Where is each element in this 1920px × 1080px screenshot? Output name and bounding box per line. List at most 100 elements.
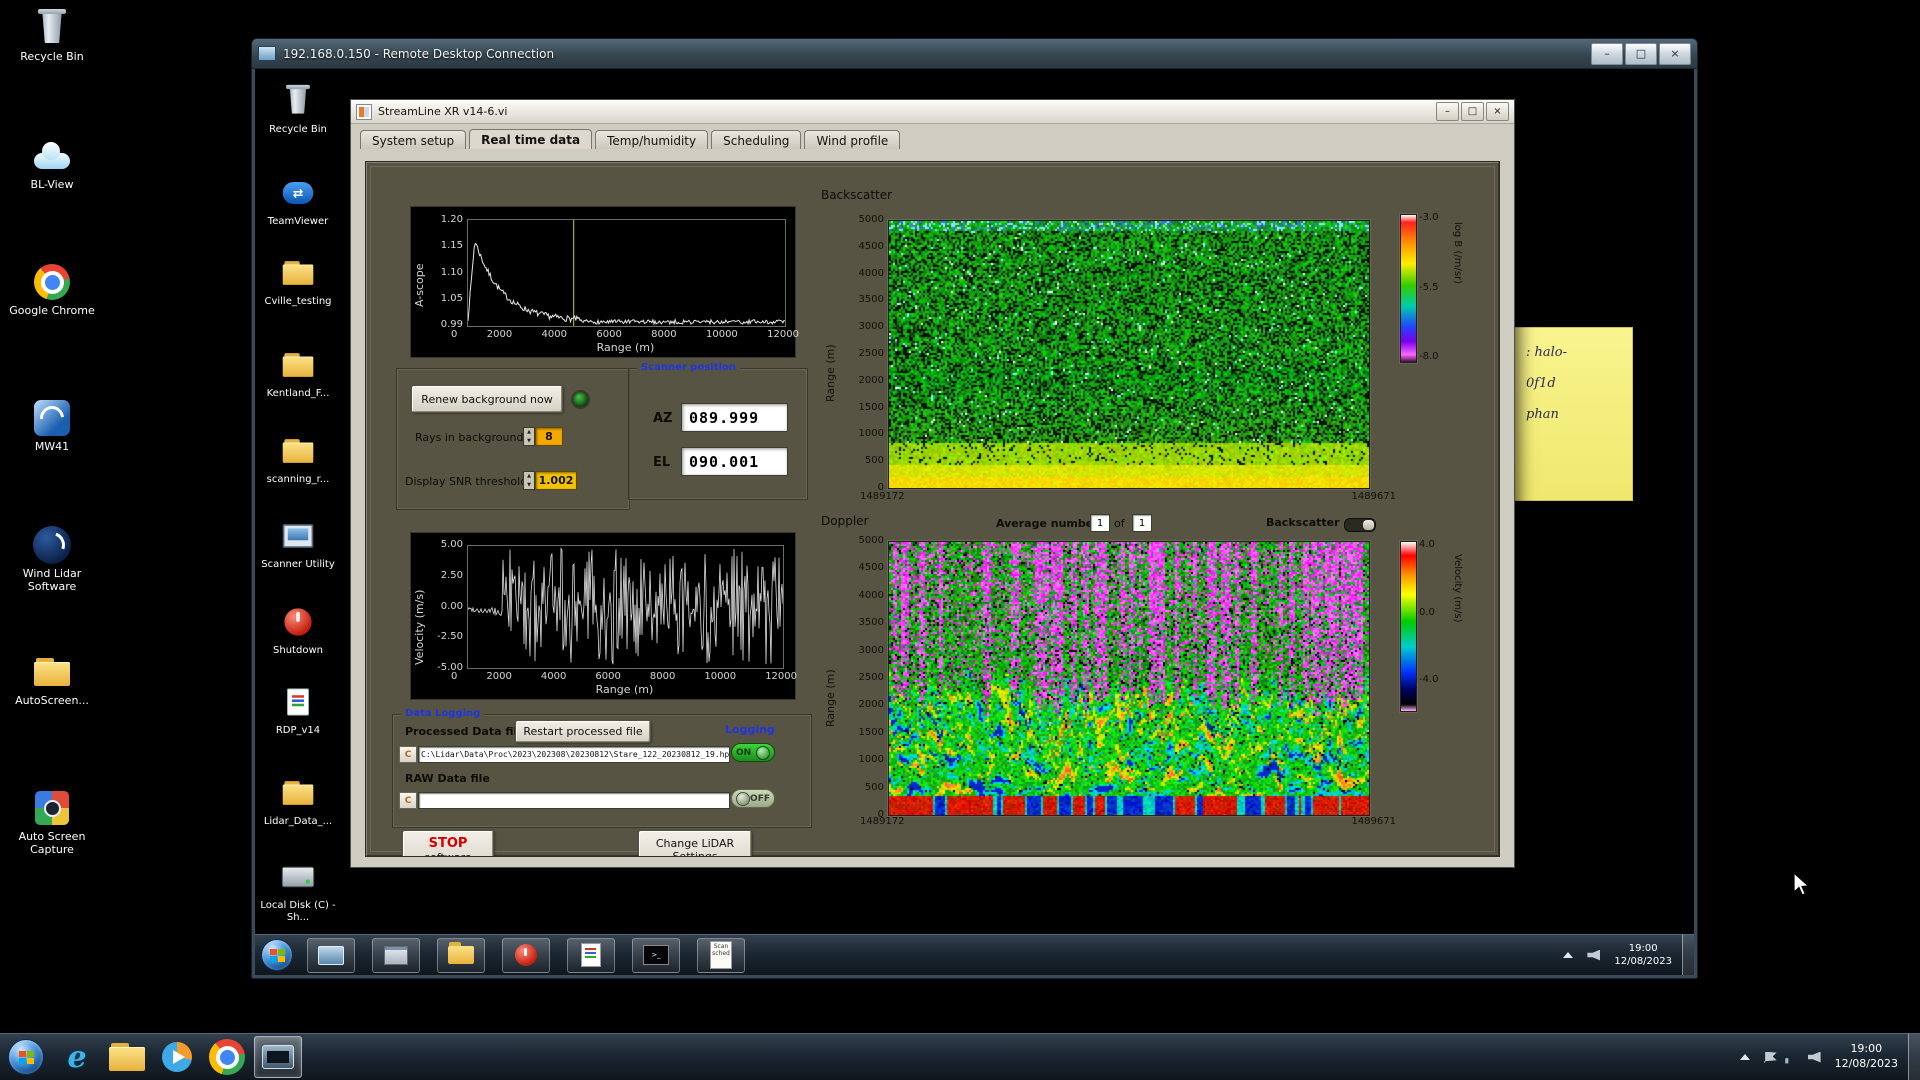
processed-logging-toggle[interactable]: ON	[731, 743, 775, 762]
desktop-icon-autoscreen[interactable]: AutoScreen...	[6, 652, 98, 708]
az-value-field[interactable]: 089.999	[681, 403, 788, 432]
desktop-icon-lidar-data[interactable]: Lidar_Data_...	[259, 773, 337, 828]
processed-drive-button[interactable]: C	[399, 746, 417, 763]
taskbar-internet-explorer[interactable]	[54, 1037, 100, 1077]
tray-expand-icon[interactable]	[1739, 1054, 1750, 1060]
remote-taskbar-app-doc[interactable]	[567, 937, 615, 973]
snr-spinner[interactable]: ▲ ▼	[523, 471, 535, 490]
average-number-field[interactable]: 1	[1090, 514, 1110, 532]
raw-drive-button[interactable]: C	[399, 792, 417, 809]
taskbar-chrome[interactable]	[204, 1037, 250, 1077]
show-desktop-button[interactable]	[1908, 1034, 1920, 1080]
desktop-icon-bl-view[interactable]: BL-View	[6, 136, 98, 192]
desktop-icon-recycle-bin[interactable]: Recycle Bin	[259, 81, 337, 136]
desktop-icon-label: Wind Lidar Software	[22, 567, 82, 593]
desktop-icon-label: BL-View	[30, 178, 74, 191]
taskbar-media-player[interactable]	[154, 1037, 200, 1077]
desktop-icon-rdp-v14[interactable]: RDP_v14	[259, 682, 337, 737]
app-minimize-button[interactable]: –	[1436, 102, 1459, 121]
of-field[interactable]: 1	[1132, 514, 1152, 532]
app-titlebar[interactable]: StreamLine XR v14-6.vi – □ ×	[351, 100, 1514, 124]
remote-taskbar-app-window[interactable]	[307, 937, 355, 973]
velocity-ytick: 2.50	[440, 569, 463, 581]
desktop-icon-label: AutoScreen...	[15, 694, 89, 707]
rays-spinner[interactable]: ▲ ▼	[523, 427, 535, 446]
tray-network-icon[interactable]	[1784, 1058, 1789, 1064]
remote-taskbar-app-folder[interactable]	[437, 937, 485, 973]
remote-show-desktop-button[interactable]	[1682, 935, 1694, 975]
desktop-icon-scanner-utility[interactable]: Scanner Utility	[259, 516, 337, 571]
tray-volume-icon[interactable]	[1807, 1051, 1821, 1063]
desktop-icon-shutdown[interactable]: Shutdown	[259, 602, 337, 657]
doppler-colorbar-label: Velocity (m/s)	[1452, 554, 1463, 623]
backscatter-colorbar-tick: -8.0	[1419, 351, 1439, 362]
doppler-ylabel: Range (m)	[824, 669, 837, 727]
stop-software-button[interactable]: STOP software	[402, 830, 494, 856]
desktop-icon-mw41[interactable]: MW41	[6, 398, 98, 454]
rays-in-background-label: Rays in background	[415, 431, 524, 444]
remote-tray-volume-icon[interactable]	[1587, 949, 1601, 961]
remote-taskbar-app-terminal[interactable]: >_	[632, 937, 680, 973]
raw-logging-toggle[interactable]: OFF	[731, 789, 775, 808]
host-clock-time: 19:00	[1850, 1042, 1883, 1056]
remote-clock[interactable]: 19:00 12/08/2023	[1604, 942, 1682, 969]
remote-tray-expand-icon[interactable]	[1563, 952, 1574, 958]
velocity-graph: Velocity (m/s) 5.00 2.50 0.00 -2.50 -5.00 02…	[410, 532, 797, 700]
remote-taskbar-app-shutdown[interactable]	[502, 937, 550, 973]
el-value-field[interactable]: 090.001	[681, 447, 788, 476]
app-maximize-button[interactable]: □	[1461, 102, 1484, 121]
rdp-minimize-button[interactable]: –	[1591, 42, 1623, 65]
desktop-icon-local-disk-c-sh[interactable]: Local Disk (C) - Sh...	[259, 857, 337, 923]
ascope-xtick: 10000	[705, 329, 738, 340]
desktop-icon-google-chrome[interactable]: Google Chrome	[6, 262, 98, 318]
raw-data-file-label: RAW Data file	[405, 772, 490, 785]
raw-path-field[interactable]	[418, 792, 730, 809]
renew-led-indicator[interactable]	[571, 390, 590, 409]
start-button[interactable]	[8, 1039, 44, 1075]
backscatter-colorbar	[1400, 214, 1417, 363]
remote-desktop: Recycle Bin TeamViewer Cville_testing Kentl…	[255, 69, 1694, 975]
desktop-icon-cville-testing[interactable]: Cville_testing	[259, 253, 337, 308]
cloud-icon	[30, 136, 74, 176]
app-window-title: StreamLine XR v14-6.vi	[378, 105, 508, 118]
rdp-maximize-button[interactable]: □	[1625, 42, 1657, 65]
remote-taskbar-app-utility[interactable]	[372, 937, 420, 973]
snr-value-field[interactable]: 1.002	[535, 471, 577, 490]
desktop-icon-label: RDP_v14	[275, 725, 321, 736]
ascope-ytick: 1.20	[440, 214, 463, 225]
backscatter-ytick: 3500	[858, 294, 884, 306]
ascope-xtick: 8000	[651, 329, 677, 340]
monitor-icon	[279, 519, 316, 553]
doppler-ytick: 2000	[858, 699, 884, 711]
rdp-titlebar[interactable]: 192.168.0.150 - Remote Desktop Connectio…	[252, 39, 1697, 69]
background-controls-frame: Renew background now Rays in background …	[396, 368, 630, 510]
taskbar-file-explorer[interactable]	[104, 1037, 150, 1077]
remote-start-button[interactable]	[261, 939, 293, 971]
desktop-icon-kentland-f[interactable]: Kentland_F...	[259, 345, 337, 400]
processed-path-field[interactable]: C:\Lidar\Data\Proc\2023\202308\20230812\…	[418, 746, 730, 763]
desktop-icon-scanning-r[interactable]: scanning_r...	[259, 431, 337, 486]
ascope-ytick: 1.05	[440, 292, 463, 304]
change-lidar-settings-button[interactable]: Change LiDAR Settings	[638, 830, 752, 856]
desktop-icon-teamviewer[interactable]: TeamViewer	[259, 173, 337, 228]
desktop-icon-recycle-bin[interactable]: Recycle Bin	[6, 8, 98, 64]
rays-value-field[interactable]: 8	[535, 427, 563, 446]
desktop-icon-wind-lidar-software[interactable]: Wind Lidar Software	[6, 525, 98, 593]
streamline-app-window[interactable]: StreamLine XR v14-6.vi – □ × System setu…	[350, 99, 1515, 868]
teamviewer-icon	[279, 176, 316, 210]
backscatter-mode-toggle[interactable]	[1344, 518, 1376, 532]
rdp-window[interactable]: 192.168.0.150 - Remote Desktop Connectio…	[251, 38, 1698, 979]
app-close-button[interactable]: ×	[1486, 102, 1509, 121]
taskbar-remote-desktop-active[interactable]	[254, 1036, 302, 1078]
renew-background-button[interactable]: Renew background now	[411, 385, 563, 413]
power-icon	[515, 944, 537, 966]
rdp-close-button[interactable]: ×	[1659, 42, 1691, 65]
tray-action-center-icon[interactable]	[1763, 1051, 1777, 1063]
restart-processed-file-button[interactable]: Restart processed file	[515, 720, 651, 743]
bin-icon	[30, 8, 74, 48]
backscatter-ytick: 2000	[858, 374, 884, 386]
remote-taskbar-app-scan-sched[interactable]: Scan sched	[697, 937, 745, 973]
backscatter-toggle-label: Backscatter	[1266, 516, 1340, 529]
desktop-icon-auto-screen-capture[interactable]: Auto Screen Capture	[6, 788, 98, 856]
host-clock[interactable]: 19:00 12/08/2023	[1825, 1042, 1908, 1072]
